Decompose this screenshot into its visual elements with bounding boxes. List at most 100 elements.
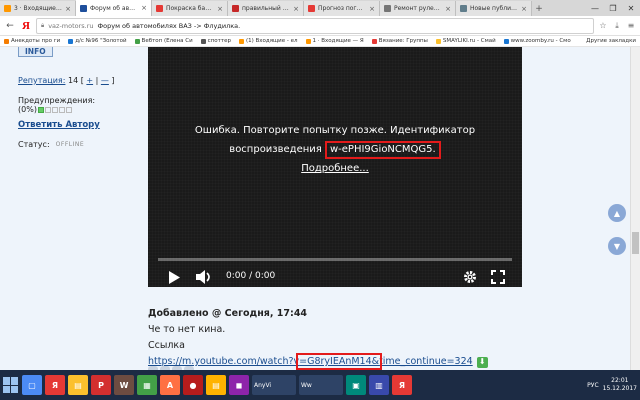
play-icon[interactable] [166, 269, 182, 285]
taskbar-app-icon[interactable]: ▤ [68, 375, 88, 395]
error-line-2-prefix: воспроизведения [229, 144, 322, 155]
browser-tab[interactable]: Форум об автомобилях× [76, 0, 152, 16]
bookmark-item[interactable]: www.zoomby.ru - Смо [503, 38, 571, 44]
taskbar-app-anyvi[interactable]: AnyVi [252, 375, 296, 395]
browser-tab[interactable]: Ремонт рулевой рейк× [380, 1, 456, 16]
taskbar-app-icon[interactable]: Я [392, 375, 412, 395]
menu-icon[interactable]: ≡ [626, 21, 636, 31]
bookmark-item[interactable]: Вязание: Группы [371, 38, 428, 44]
clock[interactable]: 22:01 15.12.2017 [603, 377, 637, 393]
minimize-button[interactable]: — [586, 0, 604, 16]
video-player[interactable]: Ошибка. Повторите попытку позже. Идентиф… [148, 47, 522, 287]
download-icon[interactable]: ⤓ [612, 21, 622, 31]
tab-close-icon[interactable]: × [445, 5, 451, 13]
bookmark-label: (1) Входящие - ел [245, 38, 298, 44]
taskbar-app-icon[interactable]: ▤ [206, 375, 226, 395]
volume-icon[interactable] [196, 269, 212, 285]
bookmark-star-icon[interactable]: ☆ [598, 21, 608, 31]
close-window-button[interactable]: ✕ [622, 0, 640, 16]
taskbar-app-icon[interactable]: W [114, 375, 134, 395]
bookmark-item[interactable]: Вебтоп (Елена Си [134, 38, 193, 44]
taskbar-app-icon[interactable]: ▦ [137, 375, 157, 395]
scroll-up-icon[interactable]: ▲ [608, 204, 626, 222]
tab-close-icon[interactable]: × [369, 5, 375, 13]
status-badge: OFFLINE [55, 141, 85, 148]
browser-toolbar: ← Я 🔒︎ vaz-motors.ru Форум об автомобиля… [0, 16, 640, 36]
browser-tab[interactable]: правильный венный× [228, 1, 304, 16]
tab-label: Новые публикации - [470, 5, 519, 12]
bookmark-favicon-icon [200, 38, 206, 44]
download-arrow-icon[interactable]: ⬇︎ [476, 356, 488, 368]
browser-tab[interactable]: Покраска бампера с× [152, 1, 228, 16]
tab-favicon-icon [80, 4, 87, 12]
tab-close-icon[interactable]: × [141, 4, 147, 12]
maximize-button[interactable]: ❐ [604, 0, 622, 16]
tab-favicon-icon [4, 5, 11, 12]
bookmark-favicon-icon [134, 38, 140, 44]
warnings-meter [37, 106, 72, 113]
reply-to-author-link[interactable]: Ответить Автору [18, 120, 143, 130]
taskbar-app-icon[interactable]: ▣ [346, 375, 366, 395]
taskbar-app-icon[interactable]: P [91, 375, 111, 395]
reputation-plus-link[interactable]: + [86, 76, 93, 85]
scroll-down-icon[interactable]: ▼ [608, 237, 626, 255]
youtube-link-end: time_continue=324 [379, 356, 473, 367]
page-scrollbar[interactable] [630, 47, 640, 370]
bookmark-item[interactable]: SMAYLIKI.ru - Смай [435, 38, 496, 44]
tab-close-icon[interactable]: × [293, 5, 299, 13]
settings-gear-icon[interactable] [462, 269, 478, 285]
other-bookmarks[interactable]: Другие закладки [586, 38, 636, 44]
tab-close-icon[interactable]: × [65, 5, 71, 13]
fullscreen-icon[interactable] [490, 269, 506, 285]
taskbar-app-icon[interactable]: ● [183, 375, 203, 395]
new-tab-button[interactable]: + [532, 1, 546, 16]
address-bar[interactable]: 🔒︎ vaz-motors.ru Форум об автомобилях ВА… [36, 17, 594, 34]
reputation-minus-link[interactable]: — [101, 76, 109, 85]
address-site: vaz-motors.ru [48, 21, 94, 30]
tab-favicon-icon [384, 5, 391, 12]
yandex-logo-icon[interactable]: Я [20, 20, 32, 32]
video-error-message: Ошибка. Повторите попытку позже. Идентиф… [148, 121, 522, 178]
bookmark-item[interactable]: споттер [200, 38, 231, 44]
clock-date: 15.12.2017 [602, 385, 637, 392]
info-badge[interactable]: INFO [18, 47, 53, 57]
taskbar-app-icon[interactable]: Я [45, 375, 65, 395]
warnings-value: (0%) [18, 105, 37, 114]
video-time: 0:00 / 0:00 [226, 271, 276, 281]
back-button[interactable]: ← [4, 20, 16, 32]
browser-tab[interactable]: Прогноз погоды в Ни× [304, 1, 380, 16]
bookmarks-bar: Анекдоты про ги д/с №96 "Золотой Вебтоп (Е… [0, 36, 640, 47]
youtube-link[interactable]: https://m.youtube.com/watch?v=G8ryIEAnM1… [148, 353, 473, 370]
more-info-link[interactable]: Подробнее... [301, 163, 369, 174]
forum-post: Добавлено @ Сегодня, 17:44 Че то нет кин… [148, 306, 568, 370]
taskbar-app-icon[interactable]: ▢ [22, 375, 42, 395]
browser-tab[interactable]: Новые публикации -× [456, 1, 532, 16]
tab-close-icon[interactable]: × [521, 5, 527, 13]
user-panel: INFO Репутация: 14 [ + | — ] Предупрежде… [18, 47, 143, 149]
address-page-title: Форум об автомобилях ВАЗ -> Флудилка. [97, 21, 241, 30]
tab-favicon-icon [232, 5, 239, 12]
bookmark-label: споттер [207, 38, 231, 44]
taskbar-app-word[interactable]: Ww [299, 375, 343, 395]
bookmark-item[interactable]: д/с №96 "Золотой [68, 38, 127, 44]
system-tray: РУС 22:01 15.12.2017 [587, 377, 637, 393]
tab-close-icon[interactable]: × [217, 5, 223, 13]
scrollbar-thumb[interactable] [632, 232, 639, 254]
warning-level-square [51, 106, 58, 113]
browser-tab[interactable]: 3 · Входящие — Яндекс× [0, 1, 76, 16]
page-content: INFO Репутация: 14 [ + | — ] Предупрежде… [0, 47, 640, 370]
bookmark-favicon-icon [435, 38, 441, 44]
bookmark-item[interactable]: Анекдоты про ги [4, 38, 60, 44]
taskbar-app-icon[interactable]: A [160, 375, 180, 395]
taskbar-app-icon[interactable]: ▥ [369, 375, 389, 395]
language-indicator[interactable]: РУС [587, 382, 598, 389]
start-button-icon[interactable] [3, 377, 19, 393]
taskbar-app-icon[interactable]: ◼ [229, 375, 249, 395]
reputation-row: Репутация: 14 [ + | — ] [18, 76, 115, 85]
progress-bar[interactable] [158, 258, 512, 261]
reputation-label: Репутация: [18, 76, 66, 85]
lock-icon: 🔒︎ [41, 21, 45, 29]
bookmark-item[interactable]: (1) Входящие - ел [238, 38, 298, 44]
bookmark-item[interactable]: 1 · Входящие — Я [305, 38, 364, 44]
reputation-value: 14 [67, 76, 79, 85]
